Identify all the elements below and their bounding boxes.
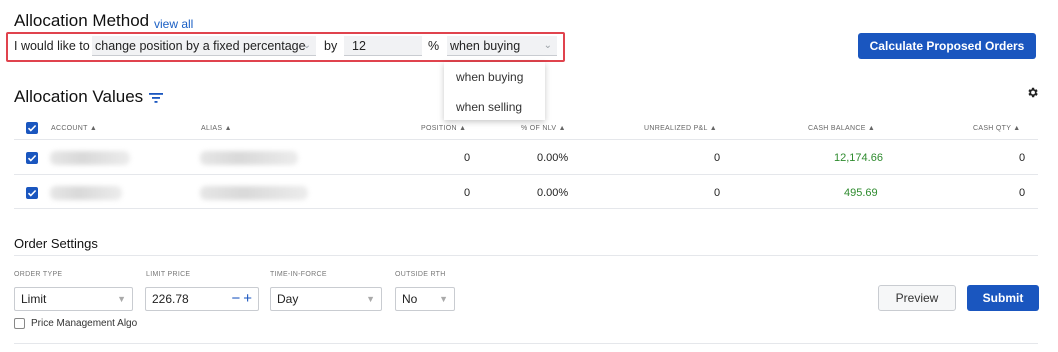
row-divider: [14, 139, 1038, 140]
price-management-label: Price Management Algo: [31, 318, 138, 329]
by-label: by: [324, 39, 338, 53]
column-header-cash-qty[interactable]: CASH QTY ▲: [973, 125, 1021, 132]
column-header-alias[interactable]: ALIAS ▲: [201, 125, 232, 132]
price-management-checkbox[interactable]: [14, 318, 25, 329]
when-option-selling[interactable]: when selling: [456, 100, 522, 114]
column-header-cash-balance[interactable]: CASH BALANCE ▲: [808, 125, 875, 132]
by-percentage-input[interactable]: 12: [344, 36, 422, 56]
cell-unrealized-pnl: 0: [714, 187, 721, 199]
by-percentage-value: 12: [352, 39, 366, 53]
when-select-value: when buying: [450, 39, 521, 53]
order-type-select[interactable]: Limit ▼: [14, 287, 133, 311]
outside-rth-select[interactable]: No ▼: [395, 287, 455, 311]
outside-rth-value: No: [402, 292, 418, 306]
caret-down-icon: ▼: [366, 294, 375, 304]
redacted-alias: [200, 151, 298, 165]
cell-position: 0: [464, 187, 471, 199]
cell-pct-nlv: 0.00%: [537, 152, 569, 164]
order-settings-title: Order Settings: [14, 236, 98, 251]
column-header-position[interactable]: POSITION ▲: [421, 125, 466, 132]
column-header-account[interactable]: ACCOUNT ▲: [51, 125, 97, 132]
calculate-proposed-orders-button[interactable]: Calculate Proposed Orders: [858, 33, 1036, 59]
caret-down-icon: ▼: [439, 294, 448, 304]
when-dropdown-menu: when buying when selling: [444, 62, 545, 120]
filter-icon[interactable]: [149, 91, 163, 103]
gear-icon[interactable]: [1026, 86, 1039, 99]
order-type-value: Limit: [21, 292, 47, 306]
redacted-account: [50, 186, 122, 200]
column-header-pct-nlv[interactable]: % OF NLV ▲: [521, 125, 566, 132]
row-checkbox[interactable]: [26, 152, 38, 164]
time-in-force-label: TIME-IN-FORCE: [270, 271, 327, 278]
section-divider: [14, 255, 1038, 256]
redacted-account: [50, 151, 130, 165]
row-divider: [14, 174, 1038, 175]
change-method-value: change position by a fixed percentage: [95, 39, 306, 53]
preview-button[interactable]: Preview: [878, 285, 956, 311]
allocation-method-title: Allocation Method: [14, 11, 150, 30]
limit-price-label: LIMIT PRICE: [146, 271, 191, 278]
outside-rth-label: OUTSIDE RTH: [395, 271, 446, 278]
minus-plus-stepper[interactable]: − +: [231, 288, 252, 310]
cell-cash-balance: 495.69: [844, 187, 878, 199]
submit-button[interactable]: Submit: [967, 285, 1039, 311]
chevron-down-icon: ⌄: [302, 40, 311, 51]
redacted-alias: [200, 186, 308, 200]
caret-down-icon: ▼: [117, 294, 126, 304]
limit-price-input[interactable]: 226.78 − +: [145, 287, 259, 311]
order-type-label: ORDER TYPE: [14, 271, 63, 278]
view-all-link[interactable]: view all: [154, 17, 193, 31]
cell-cash-qty: 0: [1019, 187, 1026, 199]
cell-position: 0: [464, 152, 471, 164]
change-method-select[interactable]: change position by a fixed percentage ⌄: [92, 36, 316, 56]
chevron-down-icon: ⌄: [543, 40, 552, 51]
select-all-checkbox[interactable]: [26, 122, 38, 134]
row-divider: [14, 208, 1038, 209]
method-prefix-label: I would like to: [14, 39, 90, 53]
bottom-divider: [14, 343, 1038, 344]
when-select[interactable]: when buying ⌄: [447, 36, 557, 56]
column-header-unrealized-pnl[interactable]: UNREALIZED P&L ▲: [644, 125, 717, 132]
cell-cash-balance: 12,174.66: [834, 152, 883, 164]
time-in-force-value: Day: [277, 292, 299, 306]
when-option-buying[interactable]: when buying: [456, 70, 523, 84]
row-checkbox[interactable]: [26, 187, 38, 199]
cell-pct-nlv: 0.00%: [537, 187, 569, 199]
limit-price-value: 226.78: [152, 292, 189, 306]
percent-label: %: [428, 39, 440, 53]
cell-cash-qty: 0: [1019, 152, 1026, 164]
cell-unrealized-pnl: 0: [714, 152, 721, 164]
allocation-values-title: Allocation Values: [14, 87, 144, 106]
time-in-force-select[interactable]: Day ▼: [270, 287, 382, 311]
